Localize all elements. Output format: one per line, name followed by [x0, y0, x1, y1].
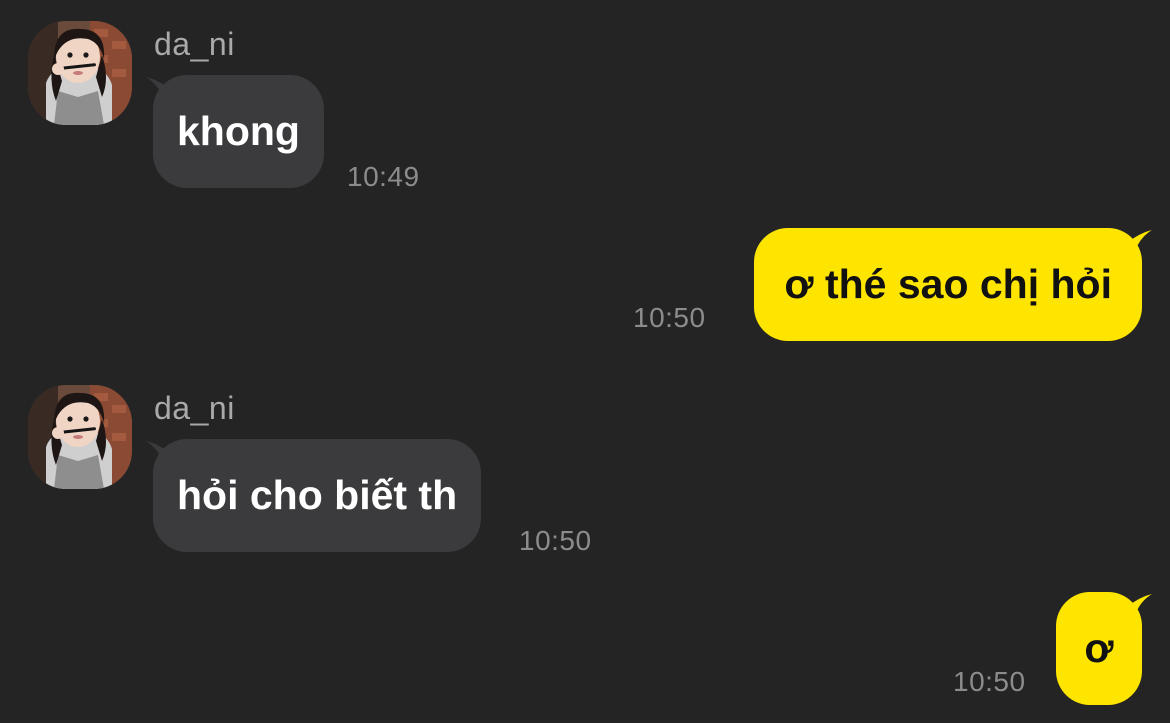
chat-window: da_ni khong 10:49 10:50 ơ thé sao chị hỏ…	[0, 0, 1170, 723]
bubble-tail	[1124, 594, 1152, 622]
message-timestamp: 10:49	[347, 161, 420, 192]
message-bubble-incoming[interactable]: hỏi cho biết th	[153, 439, 482, 552]
sender-avatar[interactable]	[28, 385, 132, 489]
message-text: ơ thé sao chị hỏi	[784, 261, 1112, 307]
sender-name: da_ni	[154, 26, 235, 62]
message-timestamp: 10:50	[519, 525, 592, 556]
sender-avatar[interactable]	[28, 21, 132, 125]
message-bubble-incoming[interactable]: khong	[153, 75, 324, 188]
bubble-tail	[1124, 230, 1152, 258]
message-text: hỏi cho biết th	[177, 472, 458, 518]
message-timestamp: 10:50	[633, 302, 706, 333]
message-timestamp: 10:50	[953, 666, 1026, 697]
message-bubble-outgoing[interactable]: ơ thé sao chị hỏi	[754, 228, 1142, 341]
message-text: khong	[177, 108, 300, 154]
sender-name: da_ni	[154, 390, 235, 426]
message-text: ơ	[1084, 625, 1114, 671]
